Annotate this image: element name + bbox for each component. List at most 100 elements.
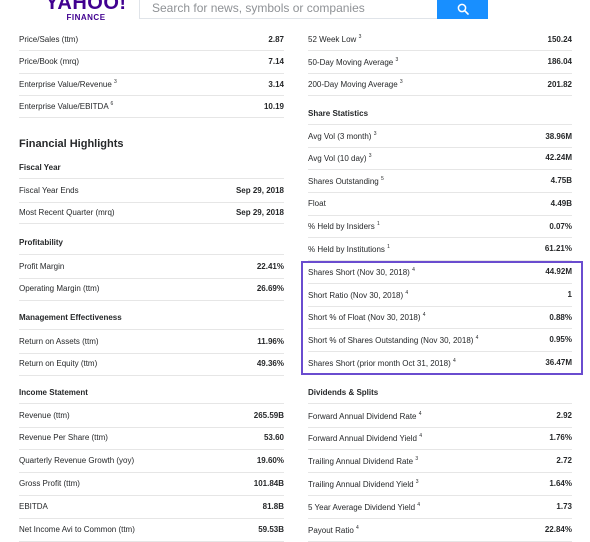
row-value: 101.84B <box>253 479 284 488</box>
row-value: 1.73 <box>556 502 572 511</box>
row-label: Return on Assets (ttm) <box>19 337 99 346</box>
table-row: Quarterly Revenue Growth (yoy) 19.60% <box>19 449 284 473</box>
table-row: Avg Vol (3 month) 3 38.96M <box>308 124 572 148</box>
short-interest-highlight-box <box>301 261 583 375</box>
row-label: % Held by Institutions 1 <box>308 243 390 254</box>
row-value: 186.04 <box>547 57 572 66</box>
row-value: 42.24M <box>545 153 572 162</box>
table-row: Return on Equity (ttm) 49.36% <box>19 352 284 376</box>
row-label: Float <box>308 199 326 208</box>
row-value: 1.64% <box>549 479 572 488</box>
table-row: Avg Vol (10 day) 3 42.24M <box>308 146 572 170</box>
row-label: Price/Sales (ttm) <box>19 34 79 44</box>
table-row: Net Income Avi to Common (ttm) 59.53B <box>19 518 284 542</box>
row-value: 0.07% <box>549 221 572 231</box>
row-label: Enterprise Value/Revenue 3 <box>19 79 117 89</box>
table-row: % Held by Insiders 1 0.07% <box>308 215 572 238</box>
row-value: 3.14 <box>268 79 284 89</box>
table-row: 52 Week Low 3 150.24 <box>308 28 572 51</box>
row-label: 50-Day Moving Average 3 <box>308 56 399 67</box>
table-row: Forward Annual Dividend Rate 4 2.92 <box>308 403 572 428</box>
row-label: Enterprise Value/EBITDA 6 <box>19 101 114 111</box>
row-value: 11.96% <box>257 337 284 346</box>
row-label: Forward Annual Dividend Yield 4 <box>308 432 422 443</box>
row-value: 7.14 <box>268 57 284 66</box>
row-value: 265.59B <box>253 411 284 420</box>
row-value: 59.53B <box>258 525 284 534</box>
row-label: Fiscal Year Ends <box>19 186 79 195</box>
row-value: 1.76% <box>549 433 572 442</box>
table-row: 5 Year Average Dividend Yield 4 1.73 <box>308 495 572 519</box>
table-row: Forward Annual Dividend Yield 4 1.76% <box>308 426 572 450</box>
row-label: Avg Vol (3 month) 3 <box>308 131 377 141</box>
table-row: Gross Profit (ttm) 101.84B <box>19 472 284 496</box>
row-label: Quarterly Revenue Growth (yoy) <box>19 456 135 465</box>
row-value: 22.41% <box>256 262 284 271</box>
row-value: 26.69% <box>256 284 284 293</box>
row-label: Gross Profit (ttm) <box>19 479 80 488</box>
table-row: Most Recent Quarter (mrq) Sep 29, 2018 <box>19 201 284 224</box>
section-heading-fiscal-year: Fiscal Year <box>19 163 61 172</box>
table-row: Float 4.49B <box>308 192 572 216</box>
row-value: 4.75B <box>550 176 572 185</box>
row-value: 4.49B <box>550 199 572 208</box>
row-label: 5 Year Average Dividend Yield 4 <box>308 501 421 512</box>
table-row: Trailing Annual Dividend Yield 3 1.64% <box>308 472 572 496</box>
table-row: Price/Sales (ttm) 2.87 <box>19 28 284 51</box>
row-label: Payout Ratio 4 <box>308 524 359 535</box>
table-row: EBITDA 81.8B <box>19 495 284 519</box>
row-value: 22.84% <box>544 525 572 534</box>
left-column: Price/Sales (ttm) 2.87 Price/Book (mrq) … <box>19 0 284 542</box>
table-row: Revenue (ttm) 265.59B <box>19 403 284 428</box>
section-heading-dividends-splits: Dividends & Splits <box>308 388 379 397</box>
row-label: Avg Vol (10 day) 3 <box>308 152 372 163</box>
row-value: 53.60 <box>263 433 284 442</box>
row-value: 61.21% <box>544 244 572 253</box>
row-label: Trailing Annual Dividend Yield 3 <box>308 478 419 489</box>
table-row: 50-Day Moving Average 3 186.04 <box>308 50 572 74</box>
row-label: 52 Week Low 3 <box>308 34 362 44</box>
row-label: % Held by Insiders 1 <box>308 221 380 231</box>
table-row: Trailing Annual Dividend Rate 3 2.72 <box>308 449 572 473</box>
row-label: EBITDA <box>19 502 48 511</box>
row-label: Price/Book (mrq) <box>19 57 80 66</box>
section-heading-share-statistics: Share Statistics <box>308 109 369 118</box>
row-label: Operating Margin (ttm) <box>19 284 100 293</box>
row-value: 38.96M <box>545 131 572 141</box>
row-value: 81.8B <box>262 502 284 511</box>
row-value: 150.24 <box>547 34 572 44</box>
row-label: Shares Outstanding 5 <box>308 175 384 186</box>
row-value: 2.92 <box>556 411 572 420</box>
section-heading-income-statement: Income Statement <box>19 388 88 397</box>
section-heading-profitability: Profitability <box>19 238 64 247</box>
table-row: Profit Margin 22.41% <box>19 254 284 279</box>
row-value: Sep 29, 2018 <box>235 207 284 217</box>
row-label: Trailing Annual Dividend Rate 3 <box>308 455 419 466</box>
table-row: Revenue Per Share (ttm) 53.60 <box>19 426 284 450</box>
section-title-financial-highlights: Financial Highlights <box>19 138 124 150</box>
table-row: 200-Day Moving Average 3 201.82 <box>308 73 572 96</box>
table-row: Fiscal Year Ends Sep 29, 2018 <box>19 178 284 203</box>
row-label: Net Income Avi to Common (ttm) <box>19 525 135 534</box>
row-value: 19.60% <box>256 456 284 465</box>
row-label: Most Recent Quarter (mrq) <box>19 207 115 217</box>
row-label: Revenue Per Share (ttm) <box>19 433 108 442</box>
table-row: Price/Book (mrq) 7.14 <box>19 50 284 74</box>
row-value: 2.72 <box>556 456 572 465</box>
row-label: Revenue (ttm) <box>19 411 70 420</box>
table-row: Operating Margin (ttm) 26.69% <box>19 277 284 301</box>
row-label: 200-Day Moving Average 3 <box>308 79 403 89</box>
row-value: Sep 29, 2018 <box>235 186 284 195</box>
section-heading-management-effectiveness: Management Effectiveness <box>19 313 122 322</box>
table-row: % Held by Institutions 1 61.21% <box>308 237 572 261</box>
row-value: 2.87 <box>268 34 284 44</box>
row-label: Profit Margin <box>19 262 65 271</box>
row-label: Forward Annual Dividend Rate 4 <box>308 410 422 421</box>
table-row: Payout Ratio 4 22.84% <box>308 518 572 542</box>
row-value: 201.82 <box>547 79 572 89</box>
table-row: Enterprise Value/EBITDA 6 10.19 <box>19 95 284 118</box>
table-row: Enterprise Value/Revenue 3 3.14 <box>19 73 284 96</box>
row-value: 10.19 <box>263 101 284 111</box>
table-row: Shares Outstanding 5 4.75B <box>308 169 572 193</box>
table-row: Return on Assets (ttm) 11.96% <box>19 329 284 354</box>
